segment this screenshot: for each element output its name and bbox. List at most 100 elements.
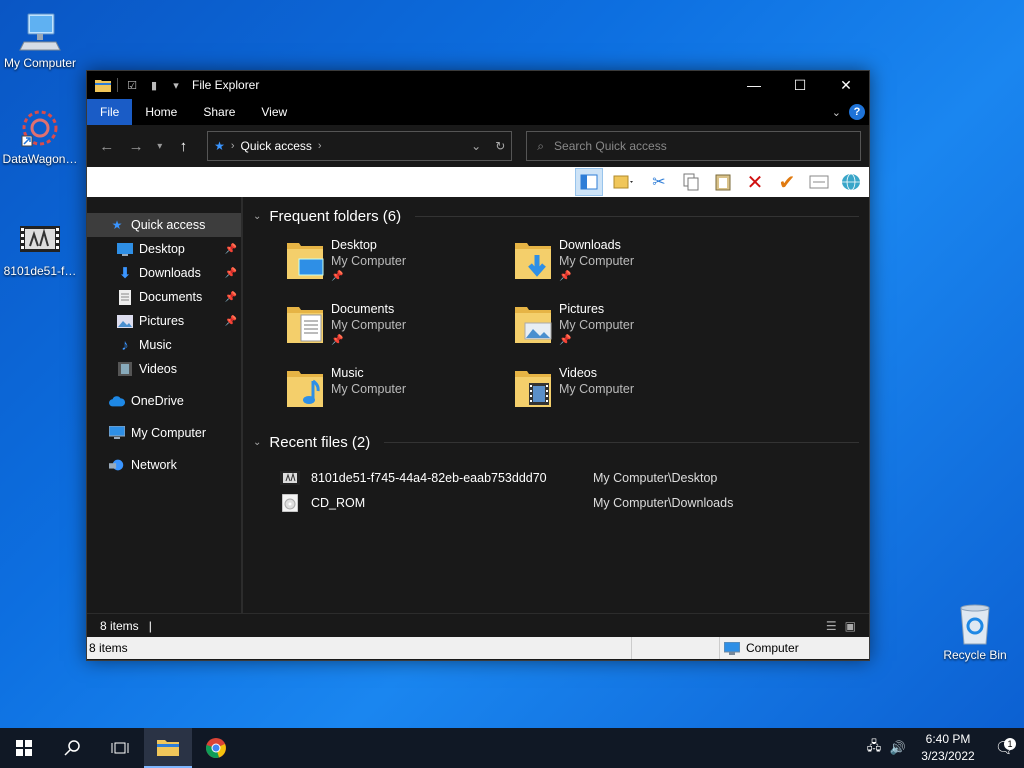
minimize-button[interactable]: — — [731, 71, 777, 99]
tab-view[interactable]: View — [248, 99, 300, 125]
breadcrumb[interactable]: Quick access — [241, 139, 312, 153]
task-view-button[interactable] — [96, 728, 144, 768]
collapse-chevron-icon[interactable]: ⌄ — [253, 437, 261, 448]
forward-button[interactable]: → — [124, 134, 147, 158]
info-bar: 8 items Computer — [87, 637, 869, 659]
command-toolbar: ✂ ✕ ✔ — [87, 167, 869, 197]
list-item[interactable]: 8101de51-f745-44a4-82eb-eaab753ddd70 My … — [279, 465, 859, 490]
folder-location: My Computer — [559, 318, 635, 332]
back-button[interactable]: ← — [95, 134, 118, 158]
sidebar-item-pictures[interactable]: Pictures 📌 — [87, 309, 241, 333]
start-button[interactable] — [0, 728, 48, 768]
search-button[interactable] — [48, 728, 96, 768]
zone-label: Computer — [746, 641, 799, 655]
desktop-icon-video-file[interactable]: 8101de51-f… — [0, 218, 80, 278]
network-status-icon[interactable]: 🖧 — [862, 737, 886, 759]
address-bar[interactable]: ★ › Quick access › ⌄ ↻ — [207, 131, 513, 161]
notification-center-button[interactable]: 🗨 1 — [986, 738, 1024, 758]
sidebar-item-label: Network — [131, 458, 177, 472]
sidebar-item-network[interactable]: Network — [87, 453, 241, 477]
file-name: 8101de51-f745-44a4-82eb-eaab753ddd70 — [311, 470, 547, 485]
address-row: ← → ▾ ↑ ★ › Quick access › ⌄ ↻ ⌕ — [87, 125, 869, 167]
folder-tile-documents[interactable]: Documents My Computer 📌 — [285, 301, 513, 353]
sidebar-item-videos[interactable]: Videos — [87, 357, 241, 381]
folder-tile-desktop[interactable]: Desktop My Computer 📌 — [285, 237, 513, 289]
cut-icon[interactable]: ✂ — [645, 168, 673, 196]
breadcrumb-chevron-icon[interactable]: › — [318, 140, 322, 152]
group-header-frequent[interactable]: ⌄ Frequent folders (6) — [253, 205, 859, 227]
expand-ribbon-chevron-icon[interactable]: ⌄ — [832, 106, 841, 119]
close-button[interactable]: ✕ — [823, 71, 869, 99]
details-view-icon[interactable]: ☰ — [826, 619, 837, 633]
up-button[interactable]: ↑ — [172, 134, 195, 158]
address-dropdown-icon[interactable]: ⌄ — [471, 139, 481, 153]
layout-icon[interactable] — [607, 168, 641, 196]
tab-home[interactable]: Home — [132, 99, 190, 125]
refresh-icon[interactable]: ↻ — [495, 139, 505, 153]
desktop-icon-datawagon[interactable]: DataWagon… — [0, 106, 80, 166]
tab-file[interactable]: File — [87, 99, 133, 125]
clock-time: 6:40 PM — [925, 732, 971, 746]
folder-tile-music[interactable]: Music My Computer — [285, 365, 513, 417]
new-folder-icon[interactable]: ▮ — [146, 77, 162, 93]
desktop-icon-recycle-bin[interactable]: Recycle Bin — [935, 602, 1015, 662]
recent-locations-chevron-icon[interactable]: ▾ — [154, 134, 166, 158]
globe-icon[interactable] — [837, 168, 865, 196]
item-count: 8 items — [100, 618, 139, 633]
collapse-chevron-icon[interactable]: ⌄ — [253, 211, 261, 222]
copy-icon[interactable] — [677, 168, 705, 196]
pictures-folder-icon — [515, 307, 552, 343]
customize-toolbar-chevron-icon[interactable]: ▾ — [168, 77, 184, 93]
chrome-taskbar-button[interactable] — [192, 728, 240, 768]
folder-icon — [157, 740, 179, 756]
folder-name: Pictures — [559, 302, 605, 316]
search-icon — [64, 740, 80, 756]
help-icon[interactable]: ? — [849, 104, 865, 120]
volume-icon[interactable]: 🔊 — [886, 740, 910, 756]
sidebar-item-desktop[interactable]: Desktop 📌 — [87, 237, 241, 261]
sidebar-item-onedrive[interactable]: OneDrive — [87, 389, 241, 413]
folder-tile-videos[interactable]: Videos My Computer — [513, 365, 741, 417]
file-path: My Computer\Downloads — [593, 495, 734, 510]
info-zone: Computer — [719, 637, 869, 659]
navigation-pane-icon[interactable] — [575, 168, 603, 196]
frequent-folders-grid: Desktop My Computer 📌 Downloads My Compu… — [253, 227, 859, 417]
maximize-button[interactable]: ☐ — [777, 71, 823, 99]
sidebar-item-label: Downloads — [139, 266, 201, 280]
delete-icon[interactable]: ✕ — [741, 168, 769, 196]
document-icon — [117, 289, 133, 305]
properties-icon[interactable]: ☑ — [124, 77, 140, 93]
breadcrumb-chevron-icon[interactable]: › — [231, 140, 235, 152]
desktop-icon-label: DataWagon… — [2, 152, 78, 166]
sidebar-item-quick-access[interactable]: ★ Quick access — [87, 213, 241, 237]
file-explorer-taskbar-button[interactable] — [144, 728, 192, 768]
video-file-icon — [279, 469, 301, 487]
folder-tile-downloads[interactable]: Downloads My Computer 📌 — [513, 237, 741, 289]
sidebar-item-music[interactable]: ♪ Music — [87, 333, 241, 357]
desktop-icon — [117, 241, 133, 257]
check-icon[interactable]: ✔ — [773, 168, 801, 196]
desktop-icon-label: 8101de51-f… — [3, 264, 77, 278]
desktop-icon-label: My Computer — [3, 56, 77, 70]
divider — [415, 215, 859, 217]
list-item[interactable]: CD_ROM My Computer\Downloads — [279, 490, 859, 515]
sidebar-item-documents[interactable]: Documents 📌 — [87, 285, 241, 309]
sidebar-item-my-computer[interactable]: My Computer — [87, 421, 241, 445]
rename-icon[interactable] — [805, 168, 833, 196]
folder-tile-pictures[interactable]: Pictures My Computer 📌 — [513, 301, 741, 353]
clock[interactable]: 6:40 PM 3/23/2022 — [910, 731, 986, 765]
pin-icon: 📌 — [559, 271, 572, 282]
search-input[interactable] — [554, 139, 835, 153]
tab-share[interactable]: Share — [190, 99, 248, 125]
folder-name: Videos — [559, 366, 597, 380]
datawagon-icon — [21, 110, 58, 147]
sidebar-item-downloads[interactable]: ⬇ Downloads 📌 — [87, 261, 241, 285]
large-icons-view-icon[interactable]: ▣ — [845, 619, 856, 633]
group-header-recent[interactable]: ⌄ Recent files (2) — [253, 431, 859, 453]
desktop-icon-my-computer[interactable]: My Computer — [0, 10, 80, 70]
paste-icon[interactable] — [709, 168, 737, 196]
search-box[interactable]: ⌕ — [526, 131, 861, 161]
